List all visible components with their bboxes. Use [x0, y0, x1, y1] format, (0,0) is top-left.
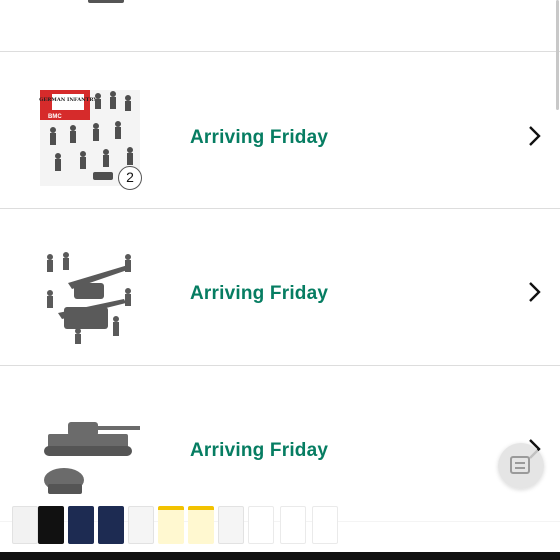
- system-navigation-bar: [0, 552, 560, 560]
- lens-search-icon: [510, 456, 530, 474]
- filmstrip-thumbnail[interactable]: [68, 506, 94, 544]
- delivery-status: Arriving Friday: [190, 283, 329, 304]
- filmstrip-thumbnail[interactable]: [38, 506, 64, 544]
- delivery-status: Arriving Friday: [190, 440, 329, 461]
- chevron-right-icon[interactable]: [524, 280, 544, 304]
- filmstrip-thumbnail[interactable]: [312, 506, 338, 544]
- quantity-badge: 2: [118, 166, 142, 190]
- filmstrip-thumbnail[interactable]: [98, 506, 124, 544]
- orders-page: GERMAN INFANTRY BMC 2 Arriving Friday Ar…: [0, 0, 560, 560]
- filmstrip-thumbnail[interactable]: [218, 506, 244, 544]
- artillery-gun-icon: [47, 252, 131, 344]
- order-row[interactable]: Arriving Friday: [0, 209, 560, 366]
- screenshot-filmstrip: [0, 498, 560, 550]
- order-list: GERMAN INFANTRY BMC 2 Arriving Friday Ar…: [0, 0, 560, 522]
- delivery-status: Arriving Friday: [190, 127, 329, 148]
- tank-toy-icon: [88, 0, 124, 3]
- panzer-tank-icon: [44, 422, 140, 494]
- scrollbar[interactable]: [556, 0, 559, 110]
- order-row[interactable]: GERMAN INFANTRY BMC 2 Arriving Friday: [0, 52, 560, 209]
- filmstrip-thumbnail[interactable]: [248, 506, 274, 544]
- svg-text:BMC: BMC: [48, 114, 62, 120]
- filmstrip-thumbnail[interactable]: [128, 506, 154, 544]
- lens-search-button[interactable]: [498, 443, 544, 489]
- filmstrip-thumbnail[interactable]: [188, 506, 214, 544]
- order-row[interactable]: [0, 0, 560, 52]
- chevron-right-icon[interactable]: [524, 124, 544, 148]
- filmstrip-thumbnail[interactable]: [158, 506, 184, 544]
- filmstrip-thumbnail[interactable]: [12, 506, 38, 544]
- svg-text:GERMAN INFANTRY: GERMAN INFANTRY: [39, 97, 97, 103]
- filmstrip-thumbnail[interactable]: [280, 506, 306, 544]
